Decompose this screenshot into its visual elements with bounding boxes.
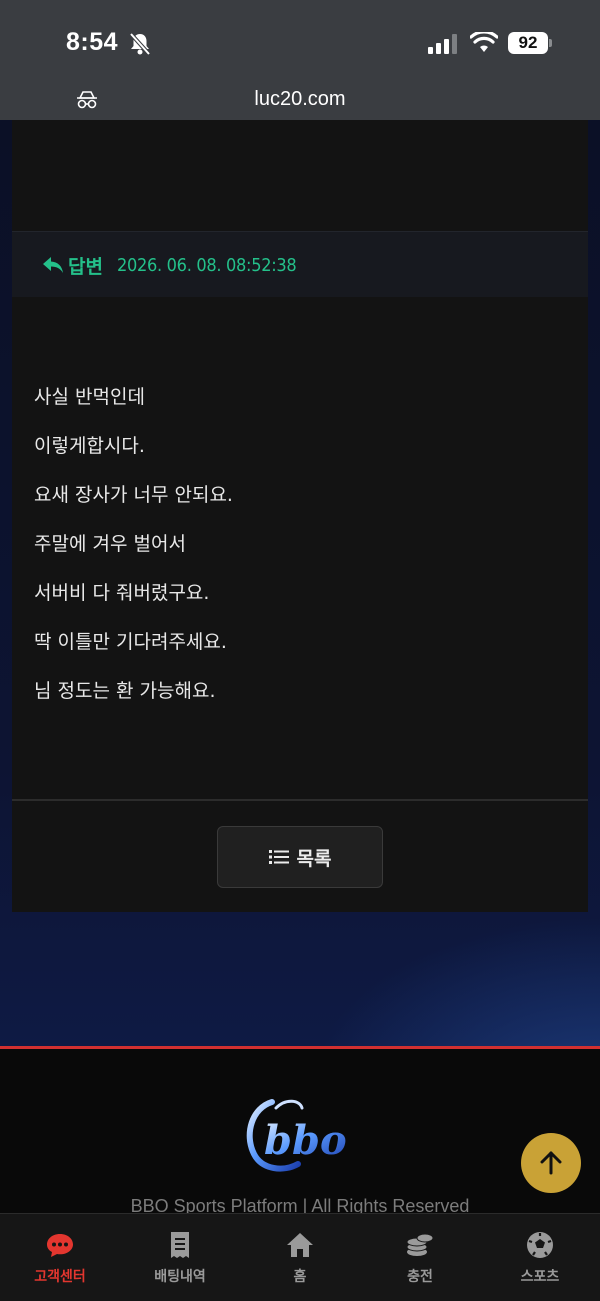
wifi-icon <box>470 32 498 52</box>
address-bar-url[interactable]: luc20.com <box>0 88 600 111</box>
scroll-to-top-button[interactable] <box>521 1133 581 1193</box>
nav-item-home[interactable]: 홈 <box>240 1214 360 1301</box>
svg-text:bbo: bbo <box>264 1117 347 1164</box>
nav-label: 홈 <box>293 1269 307 1285</box>
nav-item-customer-center[interactable]: 고객센터 <box>0 1214 120 1301</box>
list-icon <box>268 850 289 864</box>
message-line: 님 정도는 환 가능해요. <box>34 680 216 702</box>
message-line: 서버비 다 줘버렸구요. <box>34 582 210 604</box>
soccer-ball-icon <box>527 1232 553 1258</box>
nav-label: 스포츠 <box>520 1269 560 1285</box>
battery-tip <box>549 39 552 47</box>
list-button[interactable]: 목록 <box>217 826 383 888</box>
message-line: 사실 반먹인데 <box>34 386 145 408</box>
nav-label: 충전 <box>407 1269 433 1285</box>
message-line: 주말에 겨우 벌어서 <box>34 533 186 555</box>
nav-label: 배팅내역 <box>154 1269 206 1285</box>
receipt-icon <box>171 1232 189 1258</box>
reply-timestamp: 2026. 06. 08. 08:52:38 <box>117 255 297 276</box>
home-icon <box>287 1233 313 1257</box>
nav-item-betting-history[interactable]: 배팅내역 <box>120 1214 240 1301</box>
cellular-signal-icon <box>428 34 457 54</box>
reply-message: 사실 반먹인데 이렇게합시다. 요새 장사가 너무 안되요. 주말에 겨우 벌어… <box>34 383 554 726</box>
message-line: 이렇게합시다. <box>34 435 145 457</box>
bell-off-icon <box>129 32 151 56</box>
coins-icon <box>406 1233 434 1256</box>
bbo-logo: bbo <box>246 1099 347 1172</box>
message-line: 요새 장사가 너무 안되요. <box>34 484 233 506</box>
nav-label: 고객센터 <box>34 1269 86 1285</box>
chat-bubble-icon <box>47 1234 73 1257</box>
status-time: 8:54 <box>66 28 119 56</box>
reply-arrow-icon <box>43 257 63 273</box>
content-divider <box>12 799 588 801</box>
nav-item-sports[interactable]: 스포츠 <box>480 1214 600 1301</box>
battery-level: 92 <box>508 32 548 54</box>
bottom-navigation: 고객센터 배팅내역 홈 충전 스포츠 <box>0 1213 600 1301</box>
message-line: 딱 이틀만 기다려주세요. <box>34 631 227 653</box>
list-button-label: 목록 <box>296 847 332 870</box>
arrow-up-icon <box>540 1151 562 1175</box>
reply-label: 답변 <box>68 256 103 278</box>
nav-item-deposit[interactable]: 충전 <box>360 1214 480 1301</box>
